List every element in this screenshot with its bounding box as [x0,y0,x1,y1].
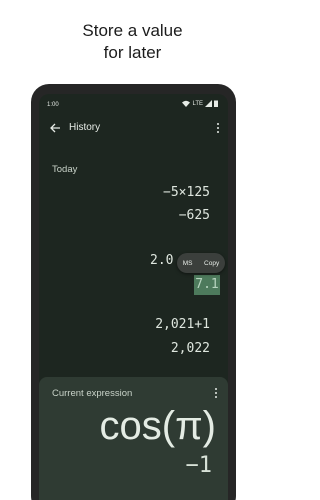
headline: Store a value for later [0,20,265,64]
current-expression-label: Current expression [52,388,133,399]
status-icons: LTE [182,100,218,107]
page-title: History [69,122,101,133]
current-expression[interactable]: cos(π) [100,404,216,449]
status-bar: 1:00 LTE [39,94,228,116]
more-vert-icon[interactable] [214,122,222,134]
memory-store-button[interactable]: MS [181,260,195,267]
context-menu: MS Copy [177,253,225,273]
wifi-icon [182,100,191,107]
copy-button[interactable]: Copy [202,260,221,267]
history-result-2-selected[interactable]: 7.1 [194,275,220,295]
history-section-label: Today [52,164,78,175]
history-expression-3[interactable]: 2,021+1 [155,317,210,332]
headline-line-1: Store a value [82,21,183,40]
more-vert-icon[interactable] [212,387,220,399]
network-type: LTE [192,100,203,107]
history-expression-2[interactable]: 2.0 [150,253,173,268]
history-result-3[interactable]: 2,022 [171,341,210,356]
current-expression-panel: Current expression cos(π) −1 [39,377,228,500]
promo-page: Store a value for later 1:00 LTE History… [0,0,265,500]
app-bar: History [39,118,228,142]
phone-screen: 1:00 LTE History Today −5×125 −625 2.0 7… [39,94,228,500]
status-time: 1:00 [47,102,59,108]
signal-icon [205,100,212,107]
history-result-1[interactable]: −625 [179,208,210,223]
current-result: −1 [185,453,213,478]
arrow-back-icon[interactable] [48,121,62,135]
headline-line-2: for later [103,43,162,62]
battery-icon [214,100,218,107]
phone-frame: 1:00 LTE History Today −5×125 −625 2.0 7… [31,84,236,500]
history-expression-1[interactable]: −5×125 [163,185,210,200]
